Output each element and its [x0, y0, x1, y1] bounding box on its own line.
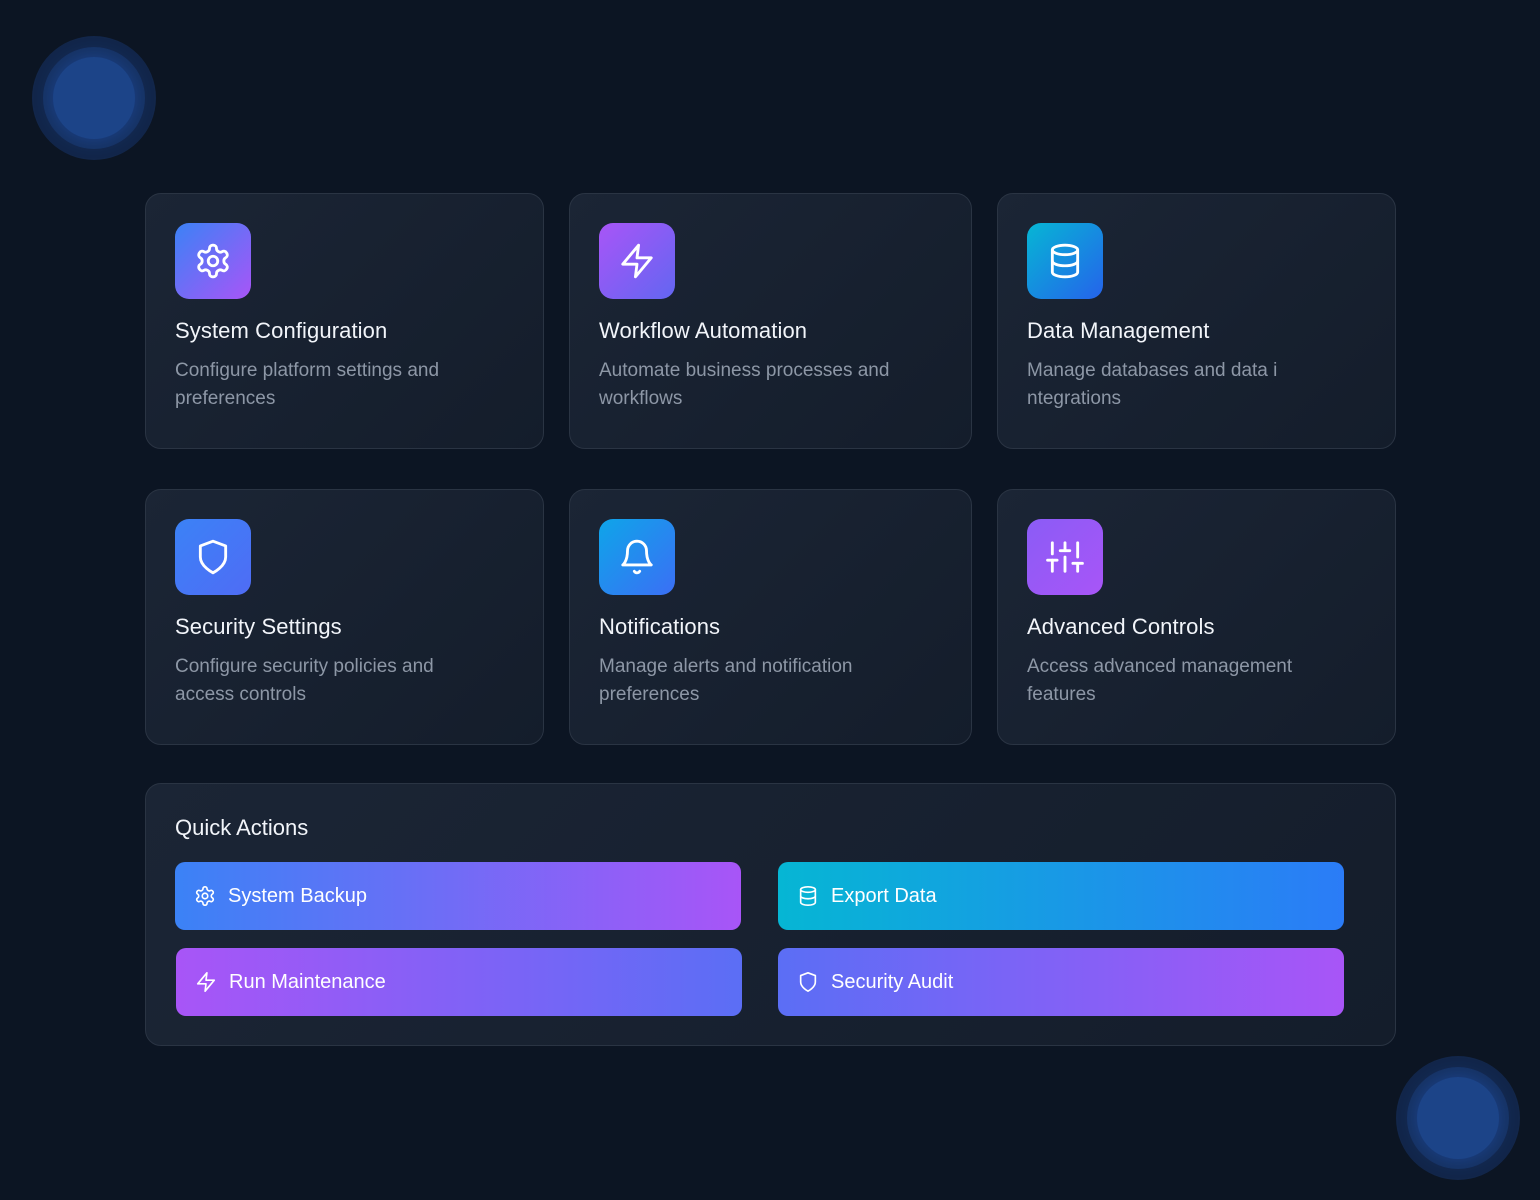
dashboard: System Configuration Configure platform … [0, 0, 1540, 1200]
database-icon [799, 886, 817, 906]
card-description: Access advanced management features [1027, 656, 1293, 705]
quick-actions-title: Quick Actions [175, 815, 309, 840]
lightning-icon [599, 223, 675, 299]
gear-icon [175, 223, 251, 299]
shield-icon [175, 519, 251, 595]
card-description: Automate business processes and workflow… [599, 360, 890, 409]
button-label: Run Maintenance [229, 970, 386, 993]
card-description: Configure security policies and access c… [175, 656, 434, 705]
card-title: Security Settings [175, 614, 342, 639]
card-title: System Configuration [175, 318, 388, 343]
card-title: Notifications [599, 614, 721, 639]
card-title: Advanced Controls [1027, 614, 1215, 639]
card-workflow-automation[interactable]: Workflow Automation Automate business pr… [569, 193, 972, 449]
run-maintenance-button[interactable]: Run Maintenance [176, 948, 742, 1016]
card-description: Configure platform settings and preferen… [175, 360, 440, 409]
card-security-settings[interactable]: Security Settings Configure security pol… [145, 489, 544, 745]
decorative-orb [32, 36, 156, 160]
card-data-management[interactable]: Data Management Manage databases and dat… [997, 193, 1396, 449]
card-title: Workflow Automation [599, 318, 808, 343]
shield-icon [799, 972, 817, 992]
button-label: System Backup [228, 884, 367, 907]
system-backup-button[interactable]: System Backup [175, 862, 741, 930]
button-label: Security Audit [831, 970, 954, 993]
card-description: Manage databases and data i ntegrations [1027, 360, 1278, 409]
card-advanced-controls[interactable]: Advanced Controls Access advanced manage… [997, 489, 1396, 745]
bell-icon [599, 519, 675, 595]
lightning-icon [196, 972, 216, 992]
card-notifications[interactable]: Notifications Manage alerts and notifica… [569, 489, 972, 745]
sliders-icon [1027, 519, 1103, 595]
card-description: Manage alerts and notification preferenc… [599, 656, 853, 705]
decorative-orb [1396, 1056, 1520, 1180]
gear-icon [195, 886, 215, 906]
quick-actions-panel: Quick Actions System Backup Export Data … [145, 783, 1396, 1046]
card-system-configuration[interactable]: System Configuration Configure platform … [145, 193, 544, 449]
database-icon [1027, 223, 1103, 299]
card-title: Data Management [1027, 318, 1210, 343]
button-label: Export Data [831, 884, 937, 907]
security-audit-button[interactable]: Security Audit [778, 948, 1344, 1016]
export-data-button[interactable]: Export Data [778, 862, 1344, 930]
